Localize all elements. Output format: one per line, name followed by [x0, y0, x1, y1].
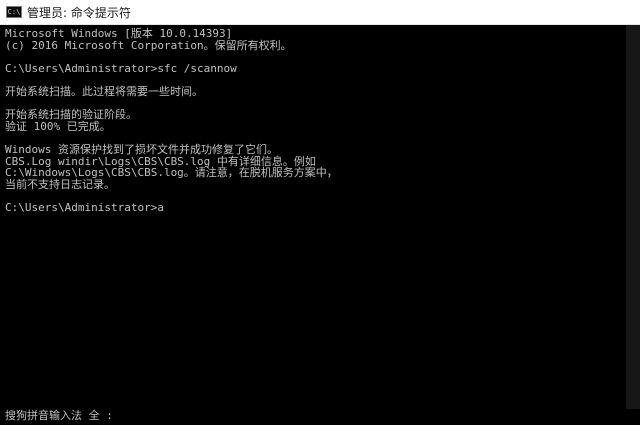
- terminal-icon: C:\: [6, 6, 22, 18]
- command-prompt-input-line[interactable]: C:\Users\Administrator>a: [5, 202, 626, 214]
- console-line: 验证 100% 已完成。: [5, 119, 111, 133]
- ime-status-bar: 搜狗拼音输入法 全 :: [0, 409, 640, 425]
- console-line: 当前不支持日志记录。: [5, 177, 115, 191]
- window-title: 管理员: 命令提示符: [27, 5, 131, 20]
- ime-status-text: 搜狗拼音输入法 全 :: [5, 409, 113, 422]
- console-line: 开始系统扫描。此过程将需要一些时间。: [5, 84, 203, 98]
- title-bar[interactable]: C:\ 管理员: 命令提示符: [0, 0, 640, 25]
- console-line: (c) 2016 Microsoft Corporation。保留所有权利。: [5, 38, 292, 52]
- console-line: C:\Windows\Logs\CBS\CBS.log。请注意，在脱机服务方案中…: [5, 166, 338, 180]
- command-prompt-window[interactable]: C:\ 管理员: 命令提示符 Microsoft Windows [版本 10.…: [0, 0, 640, 425]
- console-line: 开始系统扫描的验证阶段。: [5, 108, 137, 122]
- vertical-scrollbar[interactable]: [626, 25, 640, 425]
- console-line: C:\Users\Administrator>sfc /scannow: [5, 61, 237, 75]
- console-output[interactable]: Microsoft Windows [版本 10.0.14393] (c) 20…: [0, 25, 626, 415]
- console-line: Windows 资源保护找到了损坏文件并成功修复了它们。: [5, 142, 278, 156]
- console-line: Microsoft Windows [版本 10.0.14393]: [5, 27, 233, 40]
